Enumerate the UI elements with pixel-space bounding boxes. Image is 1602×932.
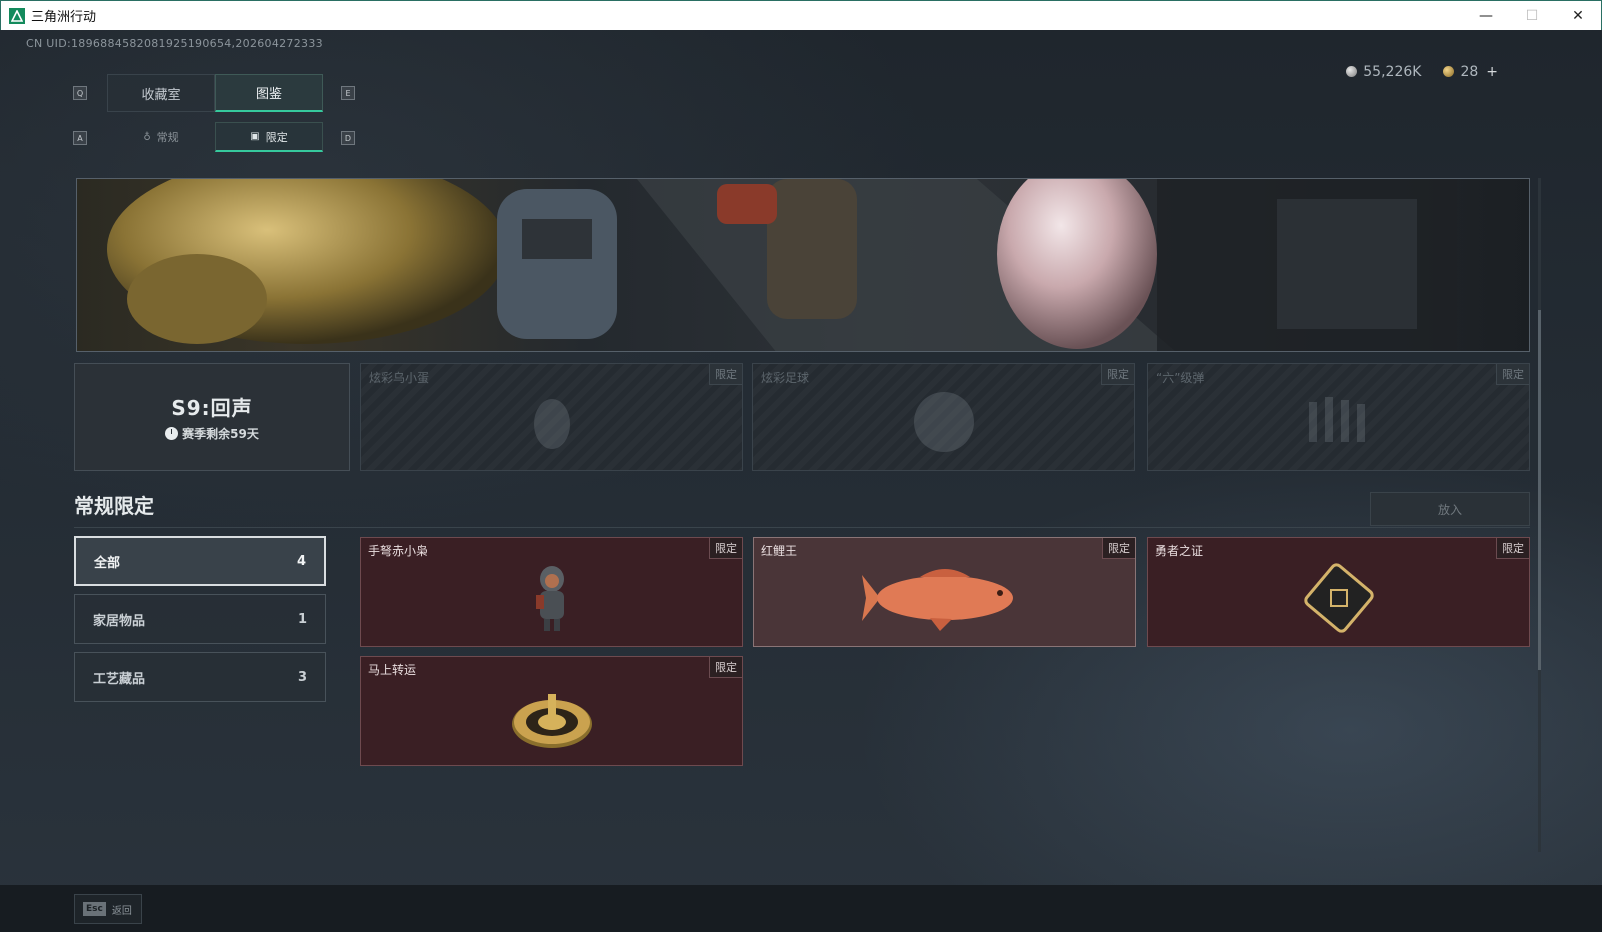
limited-icon: ▣: [250, 131, 260, 142]
regular-icon: ♁: [143, 131, 151, 143]
tab-collection-room[interactable]: 收藏室: [107, 74, 215, 112]
season-remaining: 赛季剩余59天: [165, 425, 259, 442]
season-slot-name: 炫彩乌小蛋: [369, 371, 430, 385]
key-hint-d: D: [341, 131, 355, 145]
back-label: 返回: [111, 905, 132, 917]
season-slot-name: 炫彩足球: [761, 371, 810, 385]
section-divider: [74, 527, 1530, 528]
clock-icon: [165, 427, 179, 440]
category-count: 1: [297, 611, 307, 627]
season-remaining-text: 赛季剩余59天: [182, 427, 259, 441]
category-count: 4: [296, 553, 306, 569]
silver-coin-icon: [1346, 66, 1358, 77]
bullets-silhouette-icon: [1308, 397, 1365, 443]
add-currency-button[interactable]: +: [1486, 64, 1498, 80]
scrollbar-thumb[interactable]: [1538, 310, 1541, 670]
limited-badge: 限定: [709, 364, 742, 385]
item-card[interactable]: 马上转运 限定: [360, 656, 743, 766]
app-logo-icon: [9, 7, 25, 24]
bottom-bar: [0, 885, 1602, 932]
subtab-regular[interactable]: ♁ 常规: [107, 122, 215, 152]
limited-badge: 限定: [709, 657, 742, 678]
egg-silhouette-icon: [533, 399, 570, 450]
key-hint-e: E: [341, 86, 355, 100]
sub-tabs: ♁ 常规 ▣ 限定: [107, 122, 323, 152]
limited-badge: 限定: [1102, 538, 1135, 559]
season-slot[interactable]: 炫彩乌小蛋 限定: [360, 363, 743, 471]
item-card[interactable]: 红鲤王 限定: [753, 537, 1136, 647]
season-card[interactable]: S9:回声 赛季剩余59天: [74, 363, 350, 471]
item-card[interactable]: 手弩赤小枭 限定: [360, 537, 743, 647]
season-slot-name: “六”级弹: [1156, 371, 1205, 385]
user-uid: CN UID:18968845820819251906​54,202604272…: [26, 37, 323, 50]
season-title: S9:回声: [171, 396, 253, 420]
game-viewport: CN UID:18968845820819251906​54,202604272…: [0, 30, 1602, 932]
item-name: 马上转运: [368, 663, 417, 677]
subtab-limited-label: 限定: [265, 130, 288, 144]
key-hint-a: A: [73, 131, 87, 145]
limited-badge: 限定: [1101, 364, 1134, 385]
close-button[interactable]: ✕: [1555, 1, 1601, 31]
limited-badge: 限定: [1496, 364, 1529, 385]
item-card[interactable]: 勇者之证 限定: [1147, 537, 1530, 647]
item-name: 勇者之证: [1155, 544, 1204, 558]
category-label: 家居物品: [93, 613, 146, 629]
gold-amount: 28: [1460, 64, 1479, 80]
category-all[interactable]: 全部 4: [74, 536, 326, 586]
season-banner-image: [76, 178, 1530, 352]
item-name: 红鲤王: [761, 544, 798, 558]
window-title: 三角洲行动: [31, 10, 97, 25]
silver-amount: 55,226K: [1363, 64, 1422, 80]
limited-badge: 限定: [709, 538, 742, 559]
category-count: 3: [297, 669, 307, 685]
limited-badge: 限定: [1496, 538, 1529, 559]
minimize-button[interactable]: —: [1463, 1, 1509, 31]
currency-bar: 55,226K 28 +: [1346, 64, 1498, 80]
season-slot[interactable]: “六”级弹 限定: [1147, 363, 1530, 471]
main-tabs: 收藏室 图鉴: [107, 74, 323, 112]
category-label: 全部: [94, 555, 121, 571]
crossbow-owl-figure-icon: [535, 566, 564, 632]
category-home-items[interactable]: 家居物品 1: [74, 594, 326, 644]
subtab-regular-label: 常规: [156, 131, 179, 144]
category-label: 工艺藏品: [93, 671, 146, 687]
window-titlebar: 三角洲行动 — ☐ ✕: [0, 0, 1602, 30]
category-crafts[interactable]: 工艺藏品 3: [74, 652, 326, 702]
fortune-wheel-icon: [511, 694, 592, 749]
section-title: 常规限定: [74, 494, 154, 518]
subtab-limited[interactable]: ▣ 限定: [215, 122, 323, 152]
football-silhouette-icon: [913, 392, 974, 453]
put-in-button[interactable]: 放入: [1370, 492, 1530, 526]
silver-currency: 55,226K: [1346, 64, 1421, 80]
red-carp-fish-icon: [861, 569, 1013, 632]
gold-currency: 28 +: [1443, 64, 1498, 80]
esc-key-hint: Esc: [83, 902, 106, 916]
key-hint-q: Q: [73, 86, 87, 100]
back-button[interactable]: Esc 返回: [74, 894, 142, 924]
maximize-button[interactable]: ☐: [1509, 1, 1555, 31]
gold-coin-icon: [1443, 66, 1455, 77]
brave-badge-card-icon: [1303, 563, 1374, 634]
item-name: 手弩赤小枭: [368, 544, 429, 558]
season-slot[interactable]: 炫彩足球 限定: [752, 363, 1135, 471]
tab-catalog[interactable]: 图鉴: [215, 74, 323, 112]
